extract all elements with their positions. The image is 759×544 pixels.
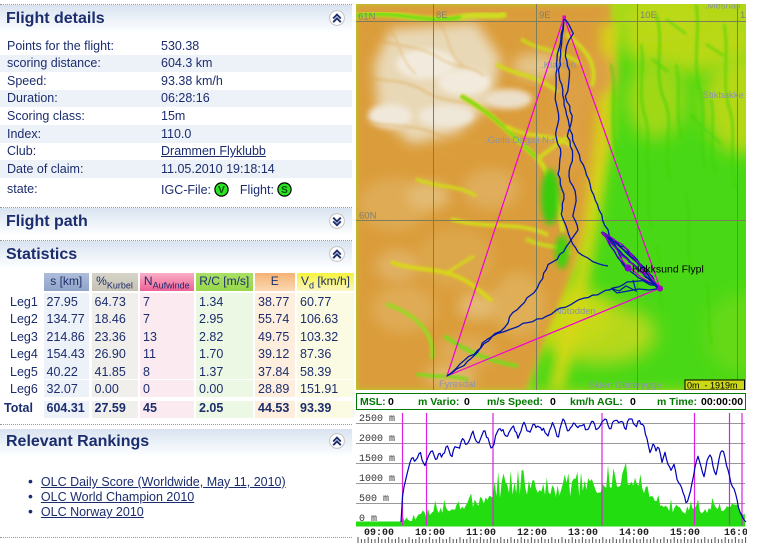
svg-text:1000 m: 1000 m bbox=[359, 474, 395, 485]
svg-text:.Geilo Dagali N·r: .Geilo Dagali N·r bbox=[485, 135, 555, 146]
svg-text:61N: 61N bbox=[358, 12, 376, 23]
svg-text:.Mesnali: .Mesnali bbox=[705, 4, 740, 12]
svg-text:9E: 9E bbox=[539, 10, 551, 21]
svg-text:V: V bbox=[219, 185, 226, 196]
svg-text:.Skien Geiterygge: .Skien Geiterygge bbox=[586, 380, 662, 390]
svg-text:Fyresdal: Fyresdal bbox=[439, 379, 475, 390]
svg-text:1500 m: 1500 m bbox=[359, 454, 395, 465]
svg-text:Hokksund Flypl: Hokksund Flypl bbox=[632, 264, 704, 276]
svg-text:2000 m: 2000 m bbox=[359, 434, 395, 445]
svg-text:0 m: 0 m bbox=[359, 514, 377, 525]
svg-text:8E: 8E bbox=[436, 10, 448, 21]
svg-text:500 m: 500 m bbox=[359, 494, 389, 505]
svg-text:10E: 10E bbox=[640, 10, 657, 21]
svg-text:S: S bbox=[282, 185, 289, 196]
svg-text:2500 m: 2500 m bbox=[359, 414, 395, 425]
svg-text:60N: 60N bbox=[359, 211, 377, 222]
svg-text:.Notodden: .Notodden bbox=[552, 306, 596, 317]
svg-text:.Stikbakke: .Stikbakke bbox=[700, 90, 744, 101]
svg-text:0m - 1919m: 0m - 1919m bbox=[687, 381, 738, 391]
svg-text:11E: 11E bbox=[740, 10, 746, 21]
